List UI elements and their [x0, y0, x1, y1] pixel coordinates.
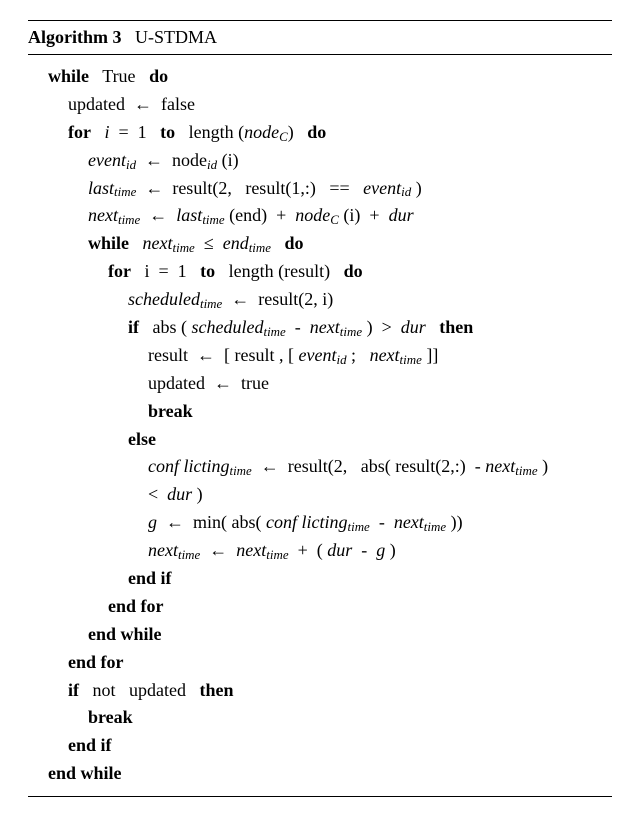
- line-break-outer: break: [28, 704, 612, 732]
- line-break-inner: break: [28, 398, 612, 426]
- assign-arrow-icon: ←: [129, 94, 156, 114]
- line-event-id: eventid ← nodeid (i): [28, 147, 612, 175]
- line-endif-outer: end if: [28, 732, 612, 760]
- line-for-inner: for i = 1 to length (result) do: [28, 258, 612, 286]
- assign-arrow-icon: ←: [193, 345, 220, 365]
- line-append: result ← [ result , [ eventid ; nexttime…: [28, 342, 612, 370]
- algorithm-body: while True do updated ← false for i = 1 …: [28, 63, 612, 788]
- line-conflicting: conf lictingtime ← result(2, abs( result…: [28, 453, 612, 481]
- line-g: g ← min( abs( conf lictingtime - nexttim…: [28, 509, 612, 537]
- line-if-not-updated: if not updated then: [28, 677, 612, 705]
- assign-arrow-icon: ←: [145, 205, 172, 225]
- line-next-update: nexttime ← nexttime + ( dur - g ): [28, 537, 612, 565]
- line-endwhile-inner: end while: [28, 621, 612, 649]
- assign-arrow-icon: ←: [141, 178, 168, 198]
- assign-arrow-icon: ←: [209, 373, 236, 393]
- line-for-outer: for i = 1 to length (nodeC) do: [28, 119, 612, 147]
- line-updated-false: updated ← false: [28, 91, 612, 119]
- line-scheduled: scheduledtime ← result(2, i): [28, 286, 612, 314]
- line-if: if abs ( scheduledtime - nexttime ) > du…: [28, 314, 612, 342]
- assign-arrow-icon: ←: [205, 540, 232, 560]
- algorithm-title: U-STDMA: [135, 27, 217, 47]
- line-endwhile-outer: end while: [28, 760, 612, 788]
- algorithm-block: Algorithm 3 U-STDMA while True do update…: [0, 0, 640, 825]
- line-endfor-outer: end for: [28, 649, 612, 677]
- line-last-time: lasttime ← result(2, result(1,:) == even…: [28, 175, 612, 203]
- line-updated-true: updated ← true: [28, 370, 612, 398]
- line-endif-inner: end if: [28, 565, 612, 593]
- mid-rule: [28, 54, 612, 55]
- assign-arrow-icon: ←: [256, 456, 283, 476]
- line-while-true: while True do: [28, 63, 612, 91]
- assign-arrow-icon: ←: [141, 150, 168, 170]
- line-endfor-inner: end for: [28, 593, 612, 621]
- assign-arrow-icon: ←: [162, 512, 189, 532]
- algorithm-header: Algorithm 3 U-STDMA: [28, 25, 612, 50]
- algorithm-label: Algorithm 3: [28, 27, 122, 47]
- line-else: else: [28, 426, 612, 454]
- line-while-next: while nexttime ≤ endtime do: [28, 230, 612, 258]
- assign-arrow-icon: ←: [227, 289, 254, 309]
- bottom-rule: [28, 796, 612, 797]
- line-next-time-init: nexttime ← lasttime (end) + nodeC (i) + …: [28, 202, 612, 230]
- line-conflicting-2: < dur ): [28, 481, 612, 509]
- top-rule: [28, 20, 612, 21]
